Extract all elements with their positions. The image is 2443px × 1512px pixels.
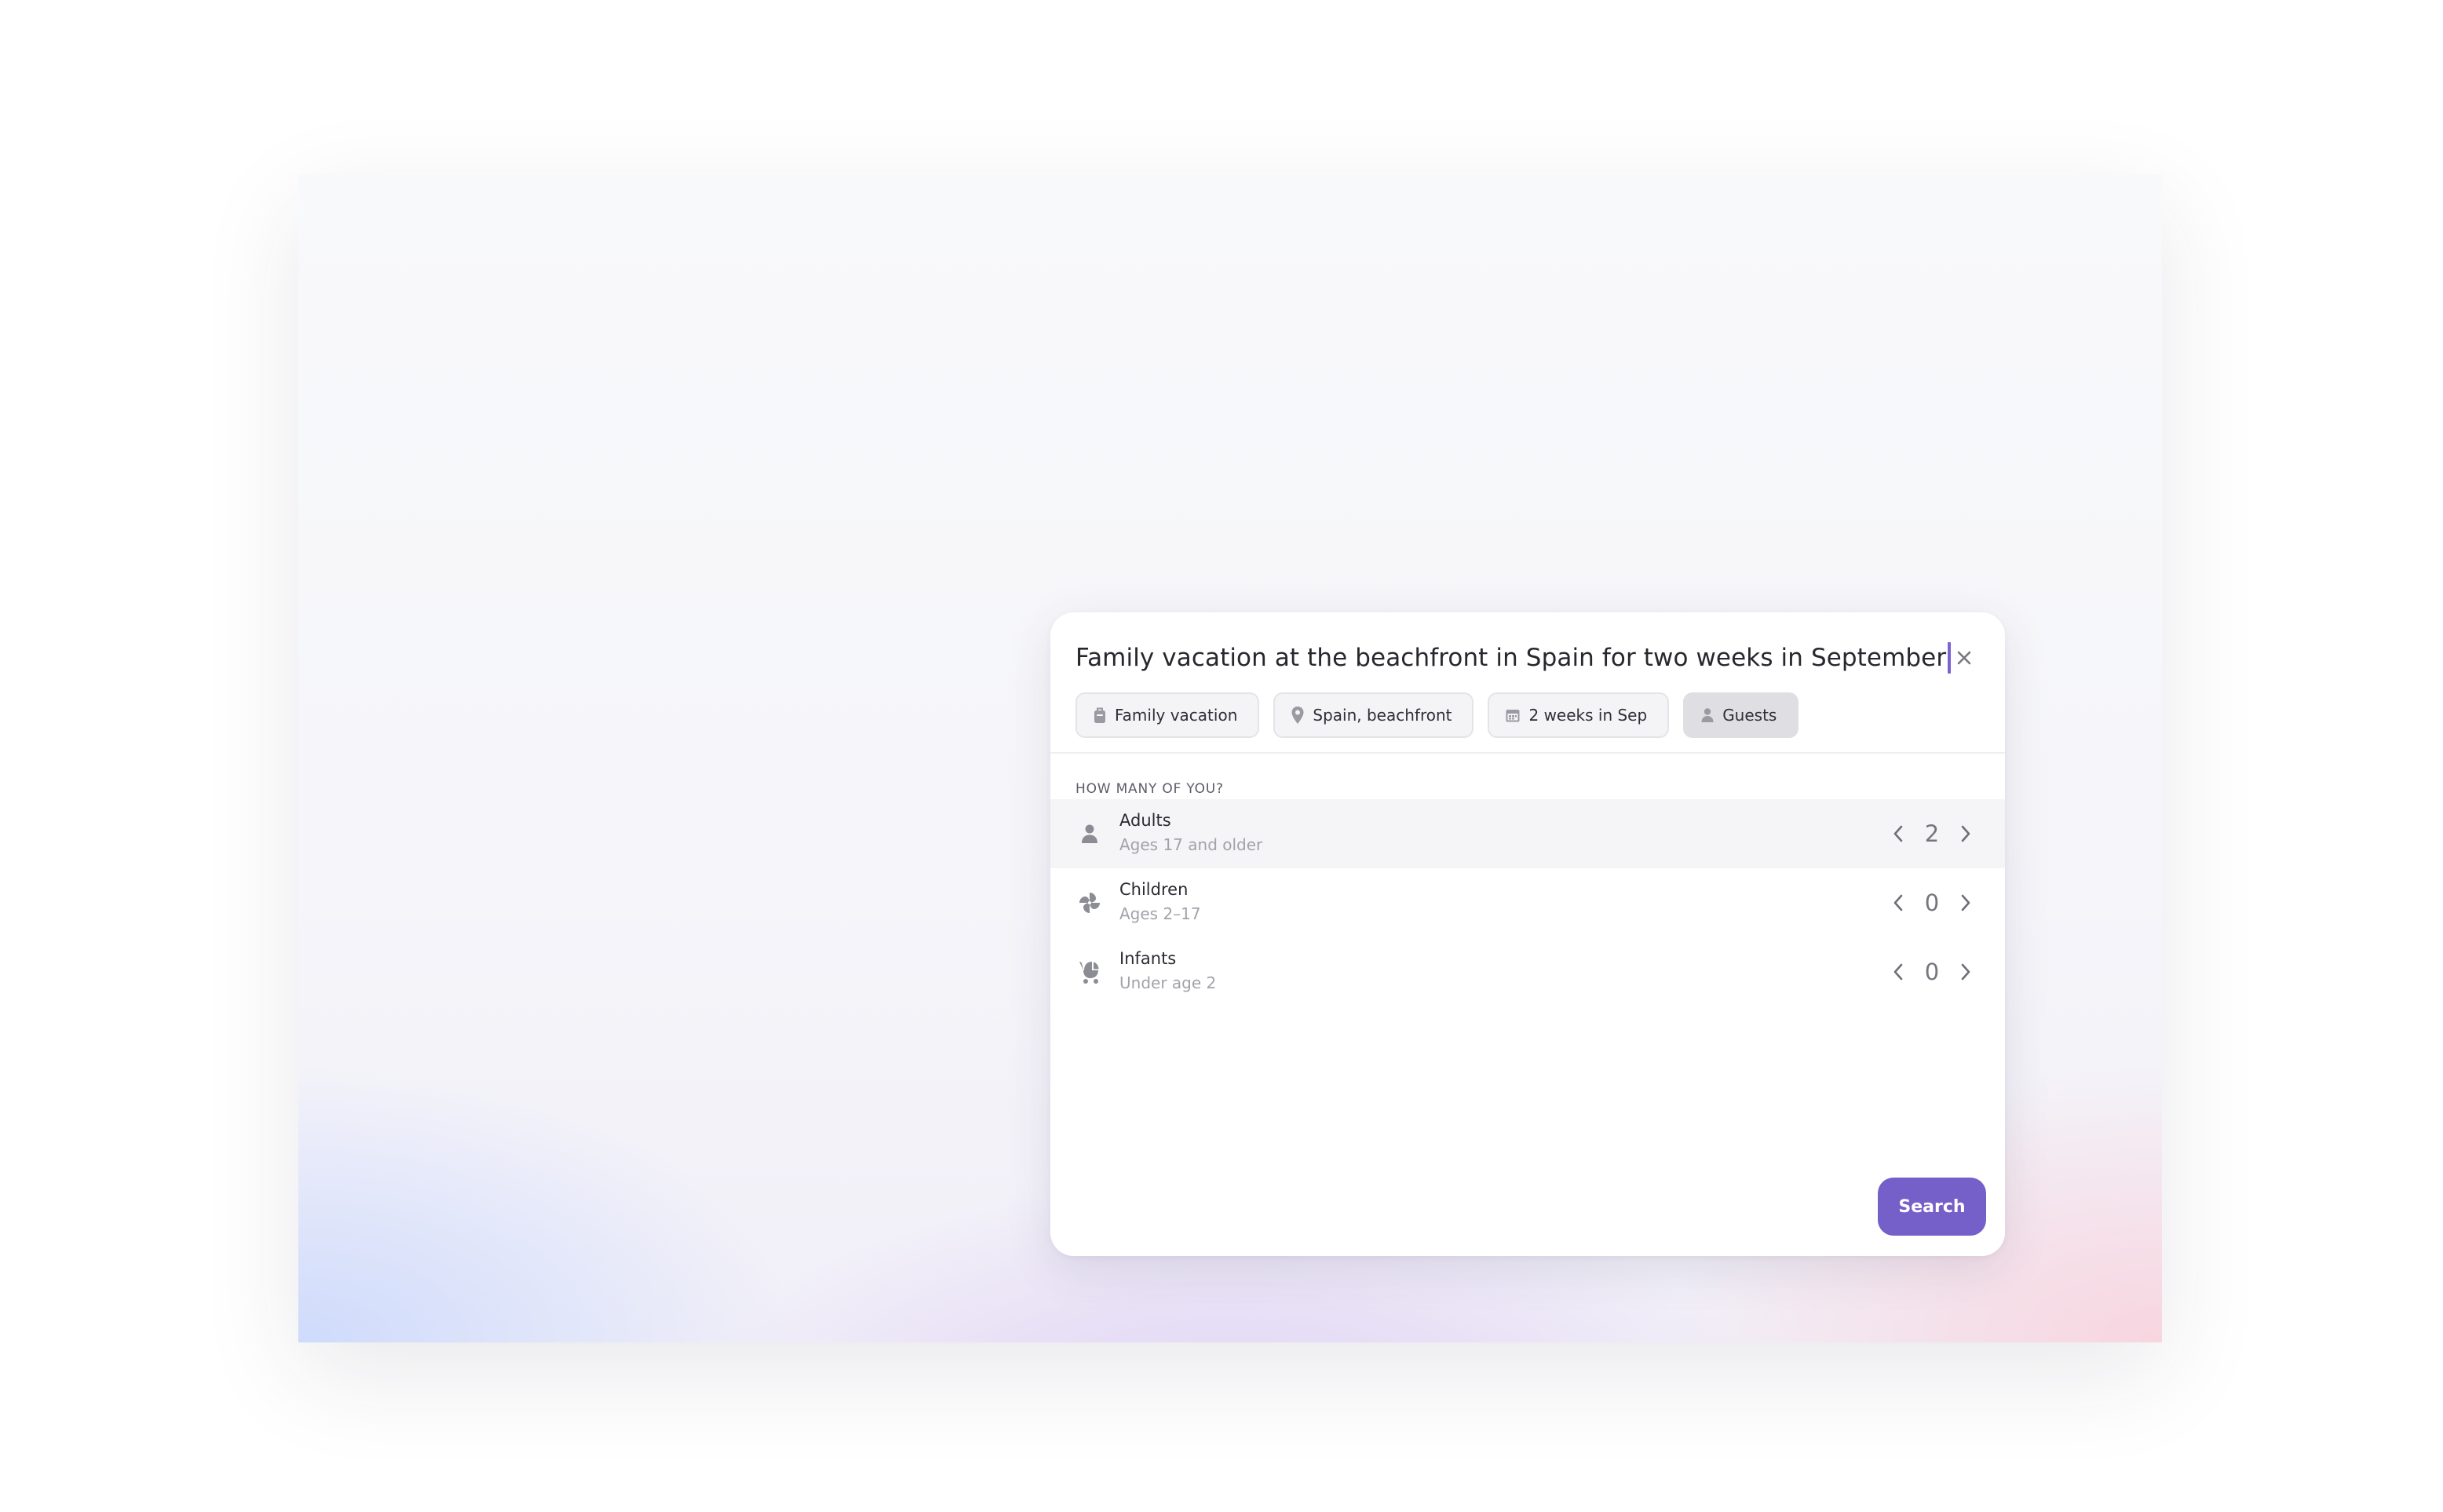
chevron-right-icon [1961,894,1970,911]
children-count: 0 [1924,889,1940,916]
guest-type-label: Infants [1119,949,1177,968]
guests-section-label: How many of you? [1075,781,1224,797]
decrement-button[interactable] [1881,815,1915,853]
stroller-icon [1075,958,1104,986]
search-button[interactable]: Search [1878,1178,1986,1236]
chip-guests[interactable]: Guests [1683,692,1799,738]
increment-button[interactable] [1948,884,1983,922]
pinwheel-icon [1075,889,1104,917]
chevron-right-icon [1961,963,1970,981]
chip-location[interactable]: Spain, beachfront [1273,692,1474,738]
luggage-icon [1094,707,1105,723]
guest-row-adults: Adults Ages 17 and older 2 [1050,799,2005,868]
guest-age-label: Under age 2 [1119,973,1217,992]
adults-stepper: 2 [1881,815,1983,853]
adults-count: 2 [1924,820,1940,847]
adult-icon [1075,820,1104,848]
chevron-left-icon [1893,825,1903,842]
search-query-text: Family vacation at the beachfront in Spa… [1075,644,1947,672]
person-icon [1701,708,1714,722]
chip-label: Family vacation [1115,706,1238,725]
chip-label: 2 weeks in Sep [1528,706,1648,725]
increment-button[interactable] [1948,953,1983,991]
children-stepper: 0 [1881,884,1983,922]
guest-type-label: Children [1119,880,1189,899]
decrement-button[interactable] [1881,884,1915,922]
divider [1050,752,2005,754]
chip-label: Guests [1722,706,1777,725]
guest-row-infants: Infants Under age 2 0 [1050,937,2005,1006]
close-icon [1957,651,1971,665]
location-pin-icon [1291,707,1304,724]
search-input[interactable]: Family vacation at the beachfront in Spa… [1075,636,1952,680]
infants-stepper: 0 [1881,953,1983,991]
close-button[interactable] [1950,644,1978,672]
decrement-button[interactable] [1881,953,1915,991]
chevron-left-icon [1893,894,1903,911]
guest-age-label: Ages 17 and older [1119,835,1263,854]
chip-label: Spain, beachfront [1313,706,1452,725]
search-dialog: Family vacation at the beachfront in Spa… [1050,612,2005,1256]
increment-button[interactable] [1948,815,1983,853]
guest-age-label: Ages 2–17 [1119,904,1201,923]
infants-count: 0 [1924,959,1940,985]
guest-row-children: Children Ages 2–17 0 [1050,868,2005,937]
calendar-icon [1506,710,1520,722]
background-stage: Family vacation at the beachfront in Spa… [298,174,2162,1342]
chip-dates[interactable]: 2 weeks in Sep [1488,692,1670,738]
chevron-left-icon [1893,963,1903,981]
guest-list: Adults Ages 17 and older 2 Children Ages… [1050,799,2005,1006]
filter-chips: Family vacation Spain, beachfront 2 week… [1075,692,1799,738]
guest-type-label: Adults [1119,811,1171,830]
chevron-right-icon [1961,825,1970,842]
chip-family-vacation[interactable]: Family vacation [1075,692,1260,738]
